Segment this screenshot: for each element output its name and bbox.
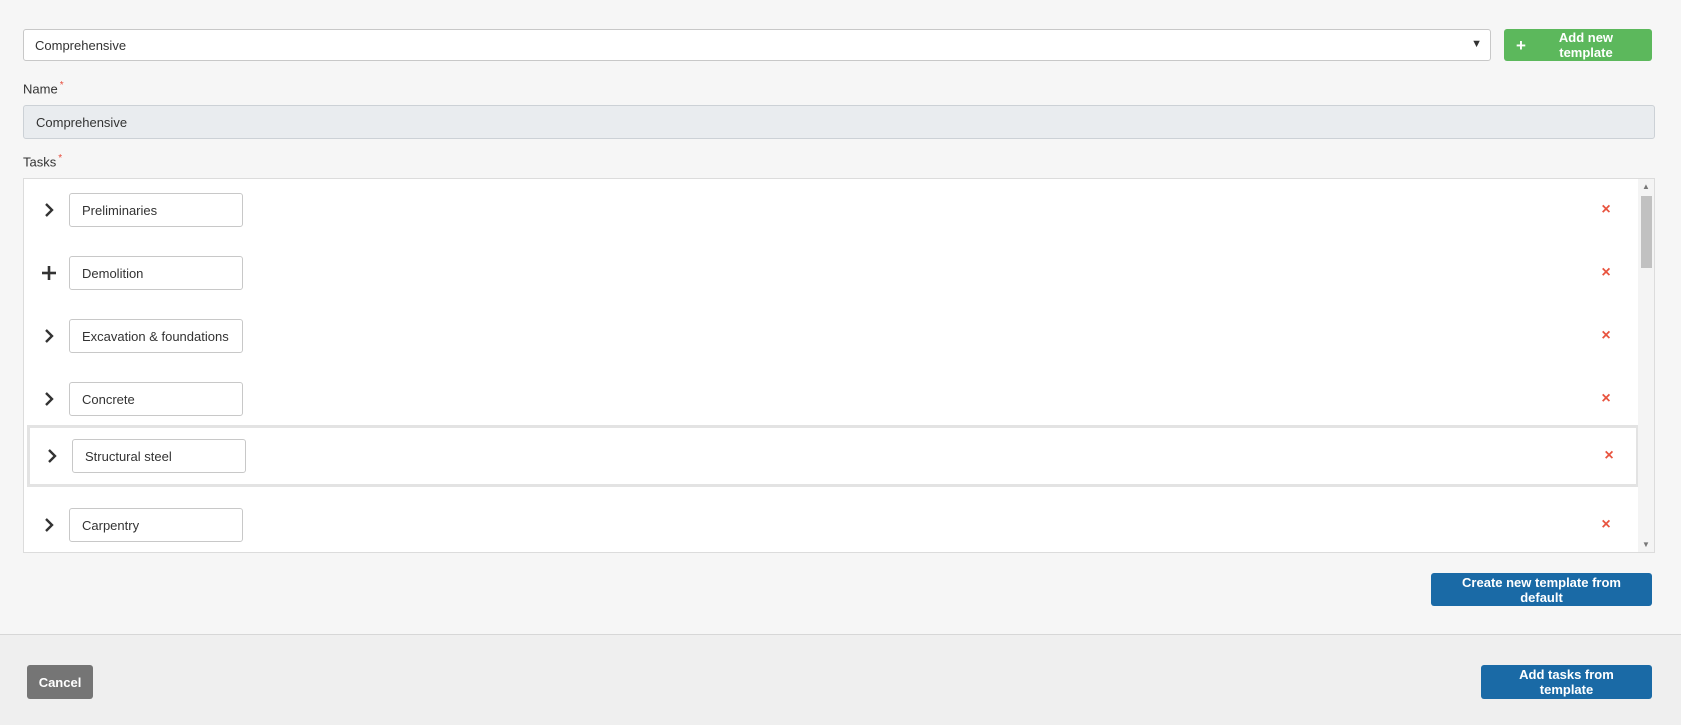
chevron-right-icon[interactable]: [38, 325, 60, 347]
template-select-value: Comprehensive: [35, 37, 127, 53]
task-name: Concrete: [82, 391, 135, 407]
scroll-up-icon[interactable]: ▲: [1641, 182, 1651, 191]
task-row-selected[interactable]: Structural steel ×: [27, 425, 1639, 487]
task-row: Demolition ×: [24, 242, 1639, 304]
required-mark: *: [59, 80, 64, 91]
add-new-template-label: Add new template: [1558, 30, 1614, 60]
task-name-input[interactable]: Concrete: [69, 382, 243, 416]
task-row: Preliminaries ×: [24, 179, 1639, 241]
chevron-right-icon[interactable]: [38, 388, 60, 410]
chevron-right-icon[interactable]: [38, 514, 60, 536]
task-name-input[interactable]: Carpentry: [69, 508, 243, 542]
remove-task-icon[interactable]: ×: [1598, 201, 1614, 218]
task-name: Preliminaries: [82, 202, 158, 218]
scrollbar-thumb[interactable]: [1641, 196, 1652, 268]
tasks-list: Preliminaries × Demolition × Excavation …: [23, 178, 1655, 553]
task-name: Excavation & foundations: [82, 328, 229, 344]
scroll-down-icon[interactable]: ▼: [1641, 540, 1651, 549]
remove-task-icon[interactable]: ×: [1598, 327, 1614, 344]
remove-task-icon[interactable]: ×: [1598, 390, 1614, 407]
chevron-right-icon[interactable]: [38, 199, 60, 221]
task-name: Structural steel: [85, 448, 172, 464]
task-name-input[interactable]: Excavation & foundations: [69, 319, 243, 353]
cancel-button[interactable]: Cancel: [27, 665, 93, 699]
add-new-template-button[interactable]: + Add new template: [1504, 29, 1652, 61]
tasks-scrollbar[interactable]: ▲ ▼: [1638, 179, 1654, 552]
task-row: Excavation & foundations ×: [24, 305, 1639, 367]
name-label: Name *: [23, 80, 64, 96]
create-template-from-default-button[interactable]: Create new template from default: [1431, 573, 1652, 606]
tasks-label: Tasks *: [23, 153, 62, 169]
task-row: Carpentry ×: [24, 494, 1639, 552]
required-mark: *: [58, 153, 63, 164]
tasks-label-text: Tasks: [23, 154, 57, 170]
task-name: Carpentry: [82, 517, 140, 533]
name-input[interactable]: Comprehensive: [23, 105, 1655, 139]
chevron-right-icon[interactable]: [41, 445, 63, 467]
task-row: Concrete ×: [24, 368, 1639, 430]
name-label-text: Name: [23, 81, 58, 97]
remove-task-icon[interactable]: ×: [1598, 264, 1614, 281]
remove-task-icon[interactable]: ×: [1601, 447, 1617, 464]
template-select[interactable]: Comprehensive ▼: [23, 29, 1491, 61]
name-input-value: Comprehensive: [36, 114, 128, 130]
task-name: Demolition: [82, 265, 144, 281]
task-name-input[interactable]: Preliminaries: [69, 193, 243, 227]
add-tasks-from-template-button[interactable]: Add tasks from template: [1481, 665, 1652, 699]
chevron-down-icon: ▼: [1471, 38, 1482, 50]
remove-task-icon[interactable]: ×: [1598, 516, 1614, 533]
task-name-input[interactable]: Demolition: [69, 256, 243, 290]
plus-icon: +: [1516, 35, 1526, 55]
template-form: Comprehensive ▼ + Add new template Name *…: [0, 0, 1681, 634]
task-name-input[interactable]: Structural steel: [72, 439, 246, 473]
plus-icon[interactable]: [38, 262, 60, 284]
dialog-footer: [0, 635, 1681, 725]
